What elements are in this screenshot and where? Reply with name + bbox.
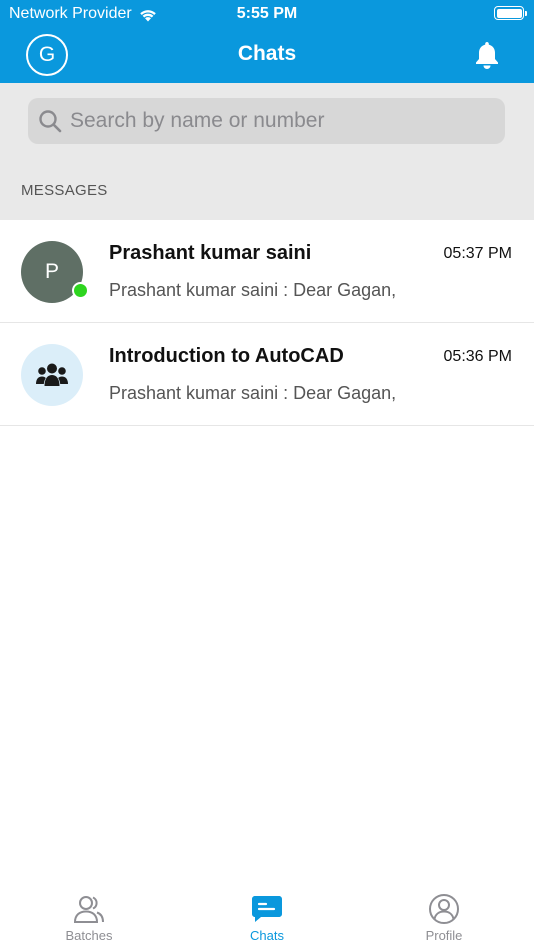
battery-icon xyxy=(494,6,527,20)
group-icon xyxy=(36,363,68,386)
avatar-letter: P xyxy=(44,260,59,283)
search-input[interactable] xyxy=(70,109,505,133)
users-icon xyxy=(73,896,104,923)
tab-label: Profile xyxy=(425,928,463,943)
chat-timestamp: 05:37 PM xyxy=(443,245,512,262)
profile-icon xyxy=(429,894,459,924)
tab-bar: Batches Chats Profile xyxy=(0,880,534,950)
tab-label: Chats xyxy=(250,928,284,943)
group-avatar xyxy=(21,344,83,406)
section-label-messages: MESSAGES xyxy=(21,182,108,199)
tab-label: Batches xyxy=(65,928,113,943)
tab-batches[interactable]: Batches xyxy=(29,894,149,943)
app-header: Network Provider 5:55 PM G Chats xyxy=(0,0,534,83)
search-bar[interactable] xyxy=(28,98,505,144)
bell-icon[interactable] xyxy=(473,40,501,70)
nav-bar: G Chats xyxy=(0,28,534,83)
online-status-indicator xyxy=(72,282,89,299)
page-title: Chats xyxy=(237,42,297,65)
chat-name: Prashant kumar saini xyxy=(109,242,312,264)
chat-timestamp: 05:36 PM xyxy=(443,348,512,365)
chat-preview: Prashant kumar saini : Dear Gagan, xyxy=(109,383,397,403)
chat-preview: Prashant kumar saini : Dear Gagan, xyxy=(109,280,397,300)
tab-chats[interactable]: Chats xyxy=(207,894,327,943)
status-bar: Network Provider 5:55 PM xyxy=(0,0,534,28)
chat-icon xyxy=(252,896,282,922)
chat-list-item[interactable]: Introduction to AutoCAD 05:36 PM Prashan… xyxy=(0,323,534,426)
search-icon xyxy=(39,110,62,133)
chat-list-item[interactable]: P Prashant kumar saini 05:37 PM Prashant… xyxy=(0,220,534,323)
chat-name: Introduction to AutoCAD xyxy=(109,345,344,367)
status-time: 5:55 PM xyxy=(236,5,298,22)
search-section: MESSAGES xyxy=(0,83,534,220)
tab-profile[interactable]: Profile xyxy=(384,894,504,943)
